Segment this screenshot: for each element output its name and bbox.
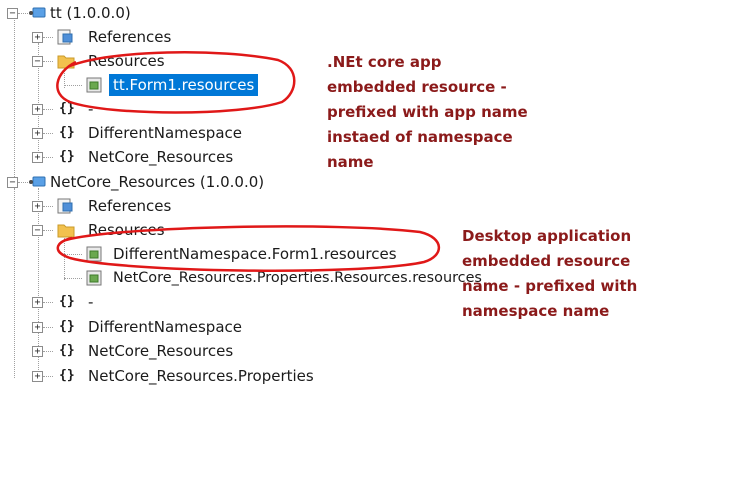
annotation-line: instaed of namespace (327, 128, 513, 146)
desktop-annotation: Desktop application embedded resource na… (462, 224, 637, 324)
annotation-line: embedded resource (462, 252, 631, 270)
netcore-annotation: .NEt core app embedded resource - prefix… (327, 50, 528, 175)
annotation-line: Desktop application (462, 227, 632, 245)
annotation-line: name - prefixed with (462, 277, 638, 295)
annotation-line: namespace name (462, 302, 610, 320)
annotation-line: embedded resource - (327, 78, 507, 96)
ellipse-tt-resources (56, 51, 296, 114)
ellipse-nc-resources (56, 225, 441, 272)
annotation-line: prefixed with app name (327, 103, 528, 121)
annotation-line: name (327, 153, 374, 171)
annotation-line: .NEt core app (327, 53, 442, 71)
